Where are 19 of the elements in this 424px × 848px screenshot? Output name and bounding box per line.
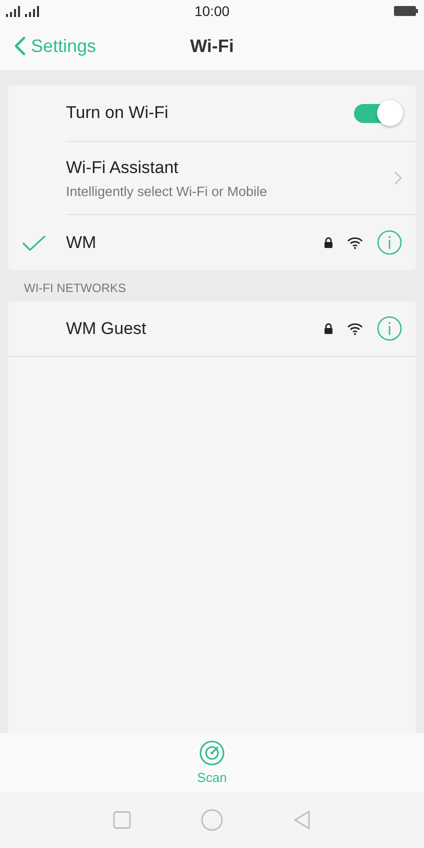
network-name[interactable]: WM (66, 232, 310, 252)
battery-icon (394, 6, 418, 16)
assistant-title: Wi-Fi Assistant (66, 158, 180, 178)
wifi-icon (347, 322, 363, 334)
recents-icon[interactable] (113, 811, 131, 829)
home-icon[interactable] (201, 809, 223, 831)
assistant-subtitle: Intelligently select Wi-Fi or Mobile (66, 184, 268, 198)
wifi-icon (347, 236, 363, 248)
assistant-item[interactable]: Wi-Fi Assistant Intelligently select Wi-Fi or Mobile (66, 142, 416, 215)
toggle-label: Turn on Wi-Fi (66, 103, 168, 123)
chevron-icon (394, 171, 402, 185)
section-header: WI-FI NETWORKS (23, 280, 127, 297)
info-icon[interactable] (377, 230, 402, 255)
screen-title: Wi-Fi (190, 36, 234, 56)
back-icon[interactable] (293, 810, 311, 830)
status-time: 10:00 (194, 3, 230, 19)
info-icon[interactable] (377, 316, 402, 341)
network-name[interactable]: WM Guest (66, 318, 310, 338)
chevron-left-icon (14, 36, 26, 56)
